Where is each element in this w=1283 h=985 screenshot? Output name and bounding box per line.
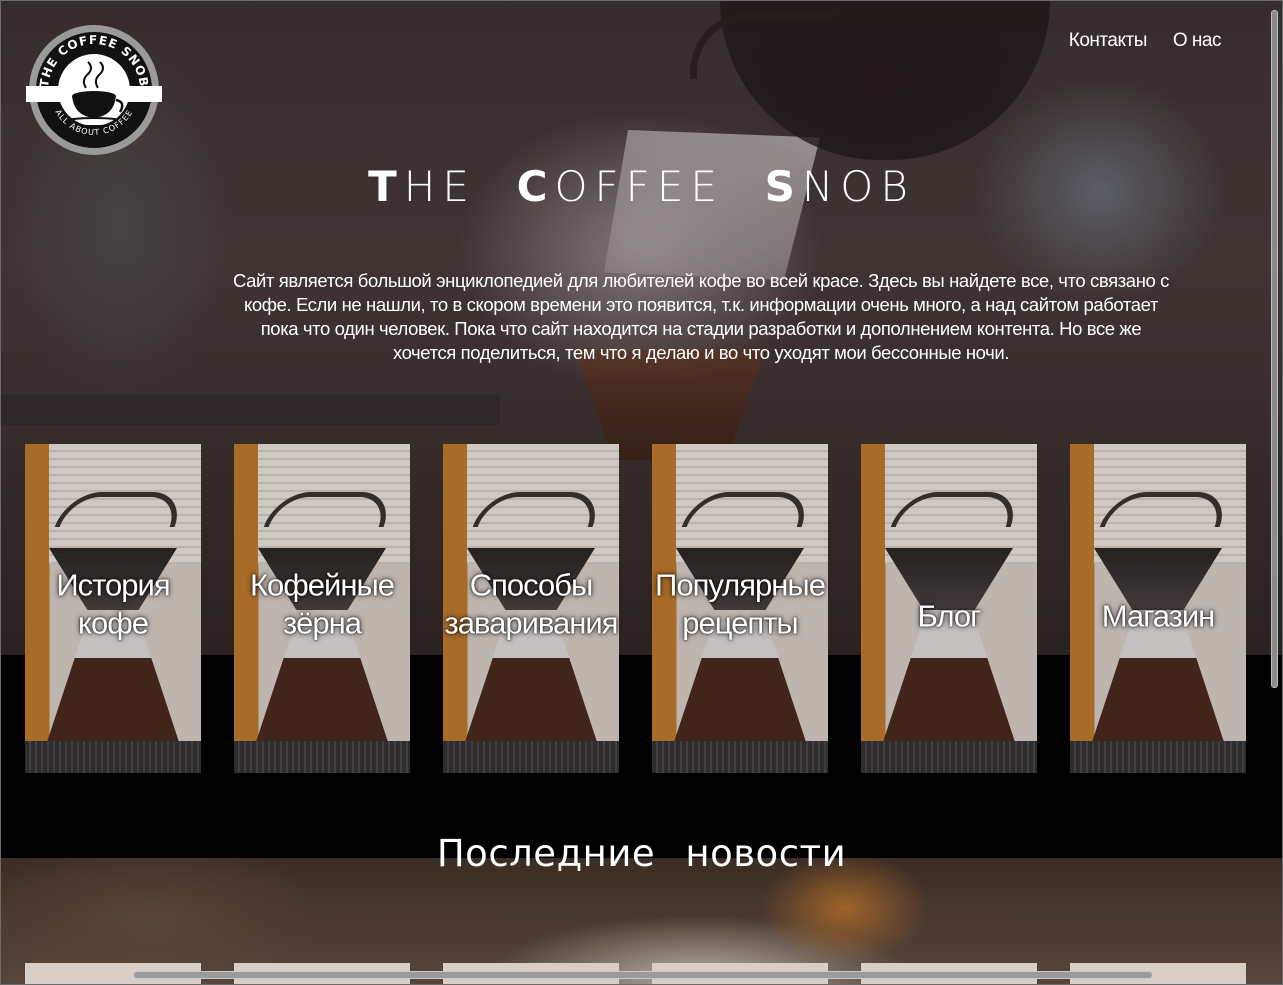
title-word-the: HE — [403, 162, 476, 211]
category-card-beans[interactable]: Кофейные зёрна — [234, 444, 410, 773]
intro-text: Сайт является большой энциклопедией для … — [232, 269, 1169, 363]
coffee-cup-logo-icon: THE COFFEE SNOB ALL ABOUT COFFEE — [26, 25, 162, 155]
title-word-coffee: OFFEE — [554, 162, 724, 211]
category-label: Популярные рецепты — [655, 566, 826, 640]
category-cards: История кофе Кофейные зёрна Способы заварив… — [25, 444, 1247, 774]
horizontal-scrollbar[interactable] — [133, 971, 1153, 979]
site-title: THE COFFEE SNOB — [0, 162, 1283, 211]
category-label: Магазин — [1101, 598, 1216, 634]
nav-contacts-link[interactable]: Контакты — [1069, 30, 1148, 52]
news-section-title: Последние новости — [436, 832, 847, 875]
category-card-blog[interactable]: Блог — [861, 444, 1037, 773]
title-word-snob: NOB — [801, 162, 915, 211]
category-card-recipes[interactable]: Популярные рецепты — [652, 444, 828, 773]
category-label: Кофейные зёрна — [249, 566, 395, 640]
category-card-brewing[interactable]: Способы заваривания — [443, 444, 619, 773]
title-initial-s: S — [764, 162, 802, 211]
vertical-scrollbar[interactable] — [1271, 10, 1278, 688]
category-card-history[interactable]: История кофе — [25, 444, 201, 773]
site-logo[interactable]: THE COFFEE SNOB ALL ABOUT COFFEE — [26, 24, 162, 156]
category-card-shop[interactable]: Магазин — [1070, 444, 1246, 773]
title-initial-t: T — [368, 162, 404, 211]
title-initial-c: C — [516, 162, 555, 211]
nav-about-link[interactable]: О нас — [1173, 30, 1222, 52]
header-nav: Контакты О нас — [1069, 30, 1222, 52]
category-label: История кофе — [56, 566, 170, 640]
category-label: Способы заваривания — [444, 566, 619, 640]
category-label: Блог — [917, 598, 982, 634]
